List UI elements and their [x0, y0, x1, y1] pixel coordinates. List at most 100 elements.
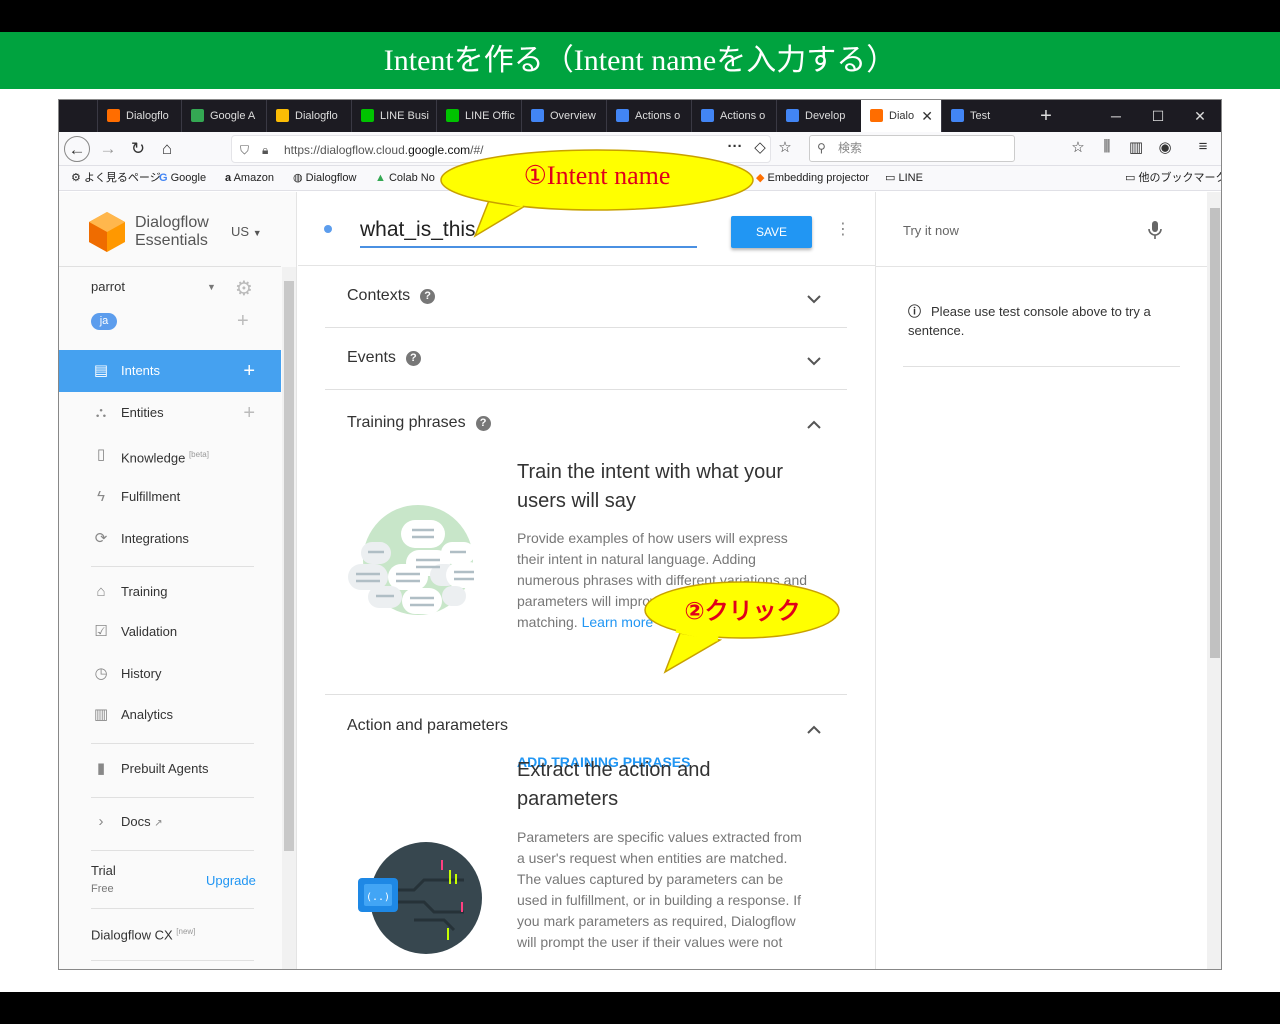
svg-text:(..): (..): [366, 892, 390, 903]
trial-sub: Free: [91, 883, 114, 895]
bookmark-manage-icon[interactable]: ☆: [1067, 138, 1089, 156]
add-intent-icon[interactable]: +: [243, 350, 255, 392]
sidebar-item-knowledge[interactable]: ▯ Knowledge [beta]: [59, 434, 281, 476]
help-icon[interactable]: ?: [420, 289, 436, 304]
bookmark-folder[interactable]: ▭ 他のブックマーク: [1125, 166, 1221, 191]
back-button[interactable]: ←: [64, 136, 90, 162]
overview-favicon-icon: [531, 109, 544, 122]
sidebar-item-validation[interactable]: ☑ Validation: [59, 611, 281, 653]
sidebar-item-history[interactable]: ◷ History: [59, 653, 281, 695]
agent-select[interactable]: parrot: [91, 279, 125, 294]
bookmark-folder[interactable]: ▭ LINE: [885, 166, 923, 191]
sidebar-item-integrations[interactable]: ⟳ Integrations: [59, 518, 281, 560]
arrow-right-icon: →: [99, 139, 117, 158]
help-icon[interactable]: ?: [475, 416, 491, 431]
scrollbar-thumb[interactable]: [1210, 208, 1220, 658]
check-box-icon: ☑: [94, 623, 108, 640]
add-language-icon[interactable]: +: [237, 310, 249, 333]
upgrade-link[interactable]: Upgrade: [206, 873, 256, 888]
bookmark-star-icon[interactable]: ☆: [774, 138, 796, 156]
account-icon[interactable]: ◉: [1154, 138, 1176, 156]
sidebar-item-entities[interactable]: ⛬ Entities +: [59, 392, 281, 434]
settings-gear-icon[interactable]: ⚙: [235, 276, 253, 301]
sidebar-item-analytics[interactable]: ▥ Analytics: [59, 694, 281, 736]
chevron-up-icon[interactable]: [805, 416, 823, 434]
bookmark-item[interactable]: G Google: [159, 166, 206, 191]
gear-icon: ⚙: [71, 172, 81, 184]
divider: [903, 366, 1180, 367]
caret-down-icon[interactable]: ▼: [207, 282, 216, 292]
search-input[interactable]: ⚲ 検索: [809, 135, 1015, 162]
browser-tab[interactable]: Dialogflo: [266, 100, 351, 132]
shield-icon: ⛉: [240, 143, 250, 157]
page-scrollbar[interactable]: [1207, 192, 1221, 969]
bookmark-item[interactable]: ◆ Embedding projector: [756, 166, 869, 191]
divider: [876, 266, 1208, 267]
browser-tab[interactable]: LINE Offic: [436, 100, 521, 132]
chevron-down-icon[interactable]: [805, 352, 823, 370]
browser-tab-active[interactable]: Dialo ✕: [861, 100, 941, 132]
region-select[interactable]: US ▼: [231, 224, 262, 239]
assistant-favicon-icon: [786, 109, 799, 122]
help-icon[interactable]: ?: [405, 351, 421, 366]
browser-tab[interactable]: Actions o: [606, 100, 691, 132]
line-favicon-icon: [361, 109, 374, 122]
bookmark-item[interactable]: ◍ Dialogflow: [293, 166, 356, 191]
bookmark-item[interactable]: a Amazon: [225, 166, 274, 191]
try-it-now-input[interactable]: Try it now: [903, 223, 959, 238]
maximize-button[interactable]: ☐: [1137, 100, 1179, 132]
external-link-icon: ↗: [154, 818, 163, 829]
globe-icon: ◍: [293, 172, 303, 184]
sidebar-item-fulfillment[interactable]: ϟ Fulfillment: [59, 476, 281, 518]
library-icon[interactable]: ⫼: [1096, 138, 1118, 155]
sidebar-item-docs[interactable]: › Docs ↗: [59, 801, 281, 843]
sidebar-scrollbar[interactable]: [282, 267, 296, 969]
assistant-favicon-icon: [701, 109, 714, 122]
callout-click-text: ②クリック: [684, 597, 801, 625]
menu-icon[interactable]: ≡: [1192, 138, 1214, 155]
minimize-button[interactable]: ─: [1095, 100, 1137, 132]
folder-icon: ▭: [885, 172, 896, 184]
close-tab-icon[interactable]: ✕: [921, 100, 933, 132]
add-entity-icon[interactable]: +: [243, 392, 255, 434]
scrollbar-thumb[interactable]: [284, 281, 294, 851]
circuit-chip-illustration: (..): [358, 842, 482, 954]
caret-down-icon: ▼: [252, 228, 262, 238]
language-chip[interactable]: ja: [91, 313, 117, 330]
line-favicon-icon: [446, 109, 459, 122]
reload-button[interactable]: ↻: [125, 136, 151, 162]
sidebar-item-training[interactable]: ⌂ Training: [59, 571, 281, 613]
google-drive-favicon-icon: [191, 109, 204, 122]
browser-tab[interactable]: Actions o: [691, 100, 776, 132]
home-button[interactable]: ⌂: [154, 136, 180, 162]
close-window-button[interactable]: ✕: [1179, 100, 1221, 132]
more-vert-icon[interactable]: ⋮: [835, 219, 851, 239]
dialogflow-cx-link[interactable]: Dialogflow CX [new]: [91, 927, 195, 942]
sidebar-item-intents[interactable]: ▤ Intents +: [59, 350, 281, 392]
browser-tab[interactable]: Google A: [181, 100, 266, 132]
contexts-section[interactable]: Contexts?: [325, 266, 847, 328]
reload-icon: ↻: [130, 139, 146, 158]
book-icon: ▯: [96, 446, 106, 463]
sidebar-icon[interactable]: ▥: [1125, 138, 1147, 156]
dialogflow-favicon-icon: [276, 109, 289, 122]
bookmark-item[interactable]: ⚙ よく見るページ: [71, 166, 161, 191]
browser-tab[interactable]: Test: [941, 100, 1026, 132]
browser-tab[interactable]: Dialogflo: [97, 100, 181, 132]
chat-icon: ▤: [93, 362, 109, 379]
bookmark-item[interactable]: ▲ Colab No: [375, 166, 435, 191]
browser-tab[interactable]: LINE Busi: [351, 100, 436, 132]
chevron-down-icon[interactable]: [805, 290, 823, 308]
new-tab-button[interactable]: +: [1025, 100, 1067, 132]
chevron-up-icon[interactable]: [805, 721, 823, 739]
bolt-icon: ϟ: [97, 488, 105, 505]
browser-tab[interactable]: Develop: [776, 100, 861, 132]
sidebar-item-prebuilt-agents[interactable]: ▮ Prebuilt Agents: [59, 748, 281, 790]
test-console: Try it now ⓘ Please use test console abov…: [875, 192, 1208, 969]
browser-tab[interactable]: Overview: [521, 100, 606, 132]
divider: [59, 266, 281, 267]
events-section[interactable]: Events?: [325, 328, 847, 390]
forward-button[interactable]: →: [95, 136, 121, 162]
microphone-icon[interactable]: [1146, 220, 1164, 240]
section-title: Events?: [347, 349, 421, 367]
